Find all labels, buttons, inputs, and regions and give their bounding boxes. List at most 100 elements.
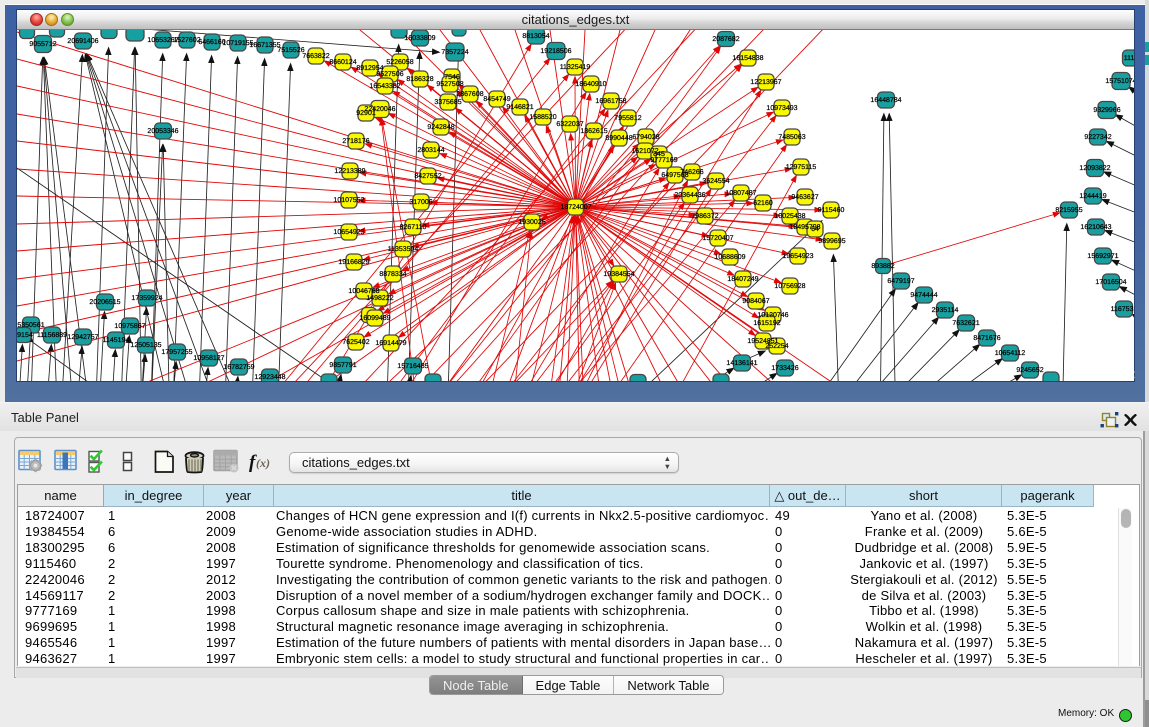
svg-text:9463627: 9463627	[791, 194, 818, 201]
svg-text:1615192: 1615192	[753, 320, 780, 327]
svg-text:1362615: 1362615	[580, 128, 607, 135]
svg-text:9227342: 9227342	[1084, 134, 1111, 141]
svg-text:8267110: 8267110	[400, 224, 427, 231]
svg-text:12942757: 12942757	[67, 334, 98, 341]
svg-text:7986372: 7986372	[691, 213, 718, 220]
svg-text:1930025: 1930025	[518, 219, 545, 226]
svg-text:18640910: 18640910	[575, 81, 606, 88]
svg-text:20206515: 20206515	[89, 299, 120, 306]
svg-text:39154: 39154	[17, 332, 33, 339]
svg-text:12975115: 12975115	[786, 164, 817, 171]
svg-text:8471676: 8471676	[973, 335, 1000, 342]
svg-text:7955812: 7955812	[614, 115, 641, 122]
svg-text:7485063: 7485063	[778, 134, 805, 141]
svg-text:2087682: 2087682	[712, 36, 739, 43]
svg-text:8990448: 8990448	[605, 135, 632, 142]
svg-text:10654112: 10654112	[995, 350, 1026, 357]
svg-text:8813054: 8813054	[522, 33, 549, 40]
svg-text:8454749: 8454749	[483, 96, 510, 103]
svg-text:17016504: 17016504	[1095, 279, 1126, 286]
svg-text:9084067: 9084067	[742, 298, 769, 305]
svg-text:16914479: 16914479	[375, 340, 406, 347]
svg-text:9245652: 9245652	[1016, 367, 1043, 374]
svg-text:64: 64	[811, 226, 819, 233]
svg-text:9777169: 9777169	[650, 157, 677, 164]
svg-text:5350561: 5350561	[17, 322, 44, 329]
svg-text:10654923: 10654923	[333, 229, 364, 236]
svg-text:16154838: 16154838	[732, 55, 763, 62]
svg-text:11353594: 11353594	[388, 246, 419, 253]
svg-text:9329966: 9329966	[1093, 107, 1120, 114]
svg-text:11156889: 11156889	[37, 332, 67, 339]
svg-text:9115460: 9115460	[818, 207, 845, 214]
svg-text:9899695: 9899695	[818, 238, 845, 245]
svg-text:7663822: 7663822	[302, 53, 329, 60]
svg-text:12213389: 12213389	[334, 168, 365, 175]
svg-text:8878334: 8878334	[379, 271, 406, 278]
svg-text:9857791: 9857791	[329, 362, 356, 369]
svg-text:16961758: 16961758	[595, 98, 626, 105]
svg-text:1733426: 1733426	[771, 365, 798, 372]
svg-text:15692971: 15692971	[1087, 253, 1118, 260]
svg-text:8186328: 8186328	[406, 76, 433, 83]
svg-text:9055712: 9055712	[29, 41, 56, 48]
svg-text:3375685: 3375685	[434, 99, 461, 106]
svg-text:9474444: 9474444	[910, 292, 937, 299]
svg-text:1498222: 1498222	[366, 295, 393, 302]
svg-text:18407249: 18407249	[727, 276, 758, 283]
svg-text:8427552: 8427552	[414, 173, 441, 180]
svg-text:62160: 62160	[753, 200, 773, 207]
svg-text:6322037: 6322037	[556, 121, 583, 128]
svg-text:16671355: 16671355	[249, 42, 280, 49]
svg-text:16033809: 16033809	[404, 35, 435, 42]
svg-text:10975867: 10975867	[114, 323, 145, 330]
svg-text:10756928: 10756928	[774, 283, 805, 290]
svg-text:16099489: 16099489	[359, 315, 390, 322]
svg-text:746266: 746266	[680, 169, 703, 176]
svg-text:15720407: 15720407	[702, 235, 733, 242]
svg-text:2867608: 2867608	[456, 91, 483, 98]
svg-text:10107552: 10107552	[333, 197, 364, 204]
svg-text:1145194: 1145194	[103, 337, 130, 344]
svg-text:893882: 893882	[871, 263, 894, 270]
svg-text:7625402: 7625402	[342, 339, 369, 346]
svg-text:9527508: 9527508	[436, 81, 463, 88]
svg-text:16543382: 16543382	[369, 83, 400, 90]
svg-text:16448784: 16448784	[870, 97, 901, 104]
svg-text:1117: 1117	[1124, 55, 1134, 62]
svg-text:1167531: 1167531	[1111, 306, 1134, 313]
svg-text:18724007: 18724007	[560, 204, 591, 211]
svg-text:20691406: 20691406	[67, 38, 98, 45]
svg-text:1527602: 1527602	[173, 37, 200, 44]
svg-text:1244419: 1244419	[1079, 193, 1106, 200]
svg-text:20364436: 20364436	[674, 192, 705, 199]
svg-text:252254: 252254	[765, 343, 788, 350]
svg-text:10120746: 10120746	[757, 312, 788, 319]
svg-text:10973493: 10973493	[766, 105, 797, 112]
svg-text:9242848: 9242848	[427, 124, 454, 131]
svg-text:10688609: 10688609	[714, 254, 745, 261]
svg-text:8660124: 8660124	[329, 59, 356, 66]
svg-text:1588520: 1588520	[529, 114, 556, 121]
svg-text:19384554: 19384554	[603, 271, 634, 278]
svg-text:317006: 317006	[409, 199, 432, 206]
svg-text:7357224: 7357224	[441, 49, 468, 56]
svg-text:10807487: 10807487	[725, 190, 756, 197]
svg-text:8215955: 8215955	[1055, 207, 1082, 214]
svg-text:5226058: 5226058	[386, 59, 413, 66]
svg-text:7632621: 7632621	[952, 320, 979, 327]
svg-text:19654923: 19654923	[782, 253, 813, 260]
svg-text:16210643: 16210643	[1080, 224, 1111, 231]
svg-text:2803144: 2803144	[417, 147, 444, 154]
svg-text:10046768: 10046768	[348, 288, 379, 295]
svg-text:2935114: 2935114	[932, 307, 959, 314]
svg-text:9146821: 9146821	[506, 104, 533, 111]
svg-text:16782759: 16782759	[223, 364, 254, 371]
svg-text:17957255: 17957255	[161, 349, 192, 356]
svg-text:12923448: 12923448	[254, 374, 285, 381]
svg-text:11325419: 11325419	[560, 64, 591, 71]
svg-text:6479197: 6479197	[887, 278, 914, 285]
svg-text:15716485: 15716485	[397, 363, 428, 370]
svg-text:10025438: 10025438	[774, 213, 805, 220]
svg-text:9527506: 9527506	[376, 71, 403, 78]
